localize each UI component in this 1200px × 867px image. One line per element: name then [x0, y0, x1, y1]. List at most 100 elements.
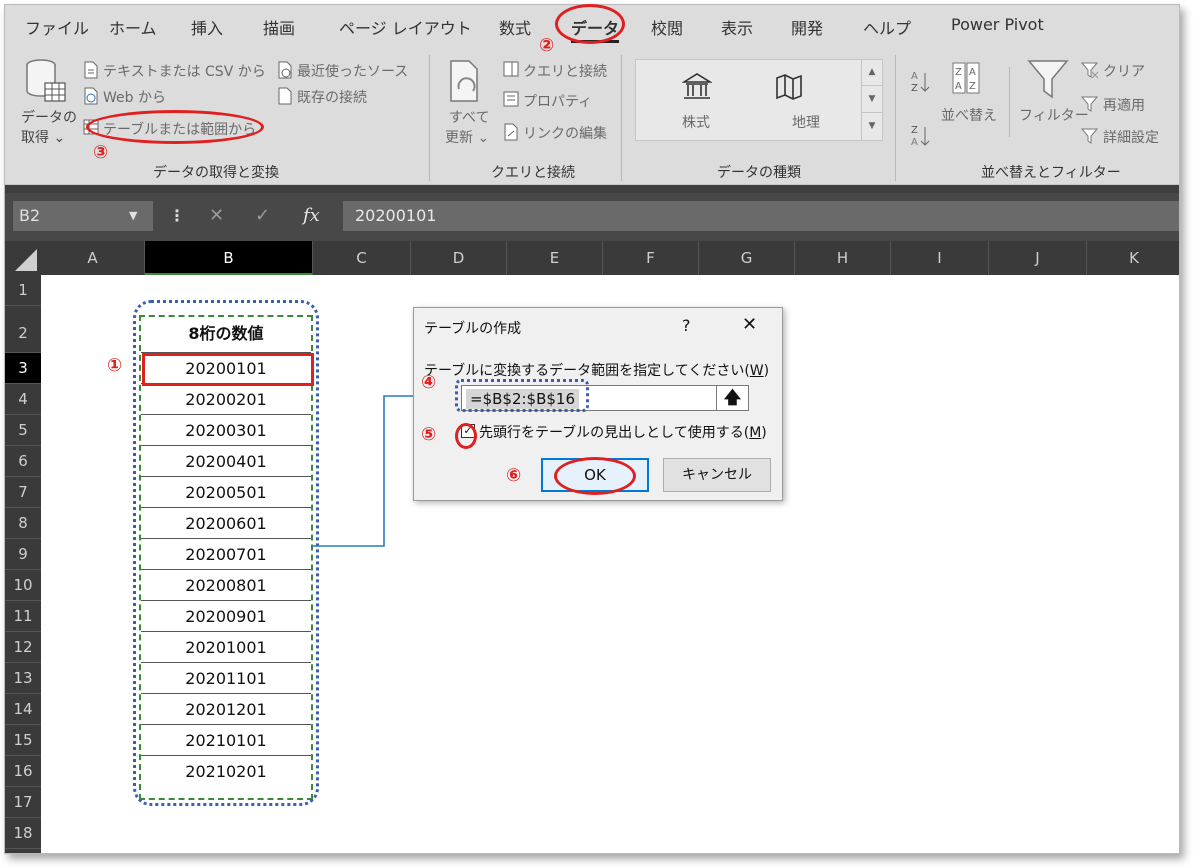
- column-header[interactable]: C: [313, 241, 411, 275]
- row-header[interactable]: 13: [5, 663, 41, 694]
- tab-developer[interactable]: 開発: [791, 15, 823, 39]
- row-header[interactable]: 17: [5, 787, 41, 818]
- annotation-number: ①: [107, 355, 123, 376]
- queries-connections-button[interactable]: クエリと接続: [523, 61, 607, 81]
- row-header[interactable]: 11: [5, 601, 41, 632]
- row-header[interactable]: 8: [5, 508, 41, 539]
- stocks-button[interactable]: 株式: [682, 112, 710, 132]
- group-separator: [895, 55, 896, 181]
- tab-formulas[interactable]: 数式: [499, 15, 531, 39]
- column-header[interactable]: A: [41, 241, 145, 275]
- select-all-corner[interactable]: [5, 241, 41, 275]
- annotation-number: ③: [93, 142, 109, 163]
- filter-button[interactable]: フィルター: [1019, 105, 1089, 125]
- tab-power-pivot[interactable]: Power Pivot: [951, 15, 1044, 34]
- annotation-number: ⑤: [421, 424, 437, 445]
- refresh-all-button-line1[interactable]: すべて: [449, 107, 489, 127]
- properties-button[interactable]: プロパティ: [523, 91, 592, 111]
- reapply-button[interactable]: 再適用: [1103, 95, 1145, 115]
- row-header[interactable]: 2: [5, 306, 41, 353]
- row-header[interactable]: 15: [5, 725, 41, 756]
- get-data-button-line2[interactable]: 取得 ⌄: [21, 127, 65, 147]
- column-header[interactable]: J: [989, 241, 1087, 275]
- row-header[interactable]: 7: [5, 477, 41, 508]
- annotation-number: ④: [421, 372, 437, 393]
- recent-sources-icon: [278, 61, 292, 79]
- annotation-number: ②: [539, 35, 555, 56]
- data-types-scroll[interactable]: ▲ ▼ ▼: [861, 59, 882, 141]
- column-header[interactable]: K: [1087, 241, 1179, 275]
- group-label-sort-filter: 並べ替えとフィルター: [981, 165, 1121, 181]
- row-header[interactable]: 10: [5, 570, 41, 601]
- group-separator: [621, 55, 622, 181]
- refresh-all-icon: [450, 60, 478, 102]
- column-header[interactable]: D: [411, 241, 507, 275]
- scroll-down-icon[interactable]: ▼: [862, 86, 882, 113]
- header-row-checkbox-label[interactable]: 先頭行をテーブルの見出しとして使用する(M): [479, 422, 767, 442]
- help-icon[interactable]: ?: [682, 316, 691, 335]
- column-header[interactable]: G: [699, 241, 795, 275]
- tab-draw[interactable]: 描画: [263, 15, 295, 39]
- row-header[interactable]: 3: [5, 353, 41, 384]
- reapply-icon: [1081, 96, 1099, 112]
- row-header[interactable]: 9: [5, 539, 41, 570]
- sort-az-icon[interactable]: AZ ZA: [909, 67, 933, 157]
- svg-text:Z: Z: [955, 67, 962, 78]
- column-header[interactable]: I: [891, 241, 989, 275]
- row-header[interactable]: 4: [5, 384, 41, 415]
- tab-help[interactable]: ヘルプ: [863, 15, 911, 39]
- name-box-dropdown-icon[interactable]: ▼: [129, 201, 137, 231]
- existing-connections-button[interactable]: 既存の接続: [297, 87, 367, 107]
- dialog-title: テーブルの作成: [424, 321, 522, 337]
- row-header[interactable]: 1: [5, 275, 41, 306]
- row-header[interactable]: 14: [5, 694, 41, 725]
- tab-review[interactable]: 校閲: [651, 15, 683, 39]
- database-icon: [26, 59, 66, 102]
- formula-bar: B2 ▼ ⋮ ✕ ✓ fx 20200101: [5, 193, 1179, 241]
- formula-bar-more-icon[interactable]: ⋮: [169, 201, 185, 231]
- row-header[interactable]: 5: [5, 415, 41, 446]
- tab-file[interactable]: ファイル: [25, 15, 89, 39]
- edit-links-button[interactable]: リンクの編集: [523, 123, 607, 143]
- range-input-highlight-annotation: [455, 379, 589, 412]
- from-text-csv-button[interactable]: テキストまたは CSV から: [103, 61, 266, 81]
- gallery-expand-icon[interactable]: ▼: [862, 113, 882, 140]
- cancel-edit-icon[interactable]: ✕: [209, 201, 224, 231]
- annotation-ellipse-table-range: [86, 110, 264, 144]
- range-prompt-label: テーブルに変換するデータ範囲を指定してください(W): [424, 360, 769, 380]
- from-web-button[interactable]: Web から: [103, 87, 166, 107]
- column-header[interactable]: B: [145, 241, 313, 275]
- stocks-bank-icon: [682, 73, 712, 99]
- get-data-button-line1[interactable]: データの: [21, 107, 77, 127]
- close-icon[interactable]: ✕: [742, 314, 757, 335]
- tab-insert[interactable]: 挿入: [191, 15, 223, 39]
- svg-text:Z: Z: [911, 83, 918, 94]
- formula-input[interactable]: 20200101: [343, 201, 1179, 231]
- geography-button[interactable]: 地理: [792, 112, 820, 132]
- web-icon: [84, 87, 98, 105]
- tab-page-layout[interactable]: ページ レイアウト: [339, 15, 472, 39]
- row-header[interactable]: 18: [5, 818, 41, 849]
- scroll-up-icon[interactable]: ▲: [862, 59, 882, 86]
- clear-button[interactable]: クリア: [1103, 61, 1145, 81]
- tab-view[interactable]: 表示: [721, 15, 753, 39]
- column-header[interactable]: H: [795, 241, 891, 275]
- cancel-button[interactable]: キャンセル: [663, 458, 771, 492]
- tab-home[interactable]: ホーム: [109, 15, 157, 39]
- recent-sources-button[interactable]: 最近使ったソース: [297, 61, 408, 81]
- row-headers: 1 2 3 4 5 6 7 8 9 10 11 12 13 14 15 16 1…: [5, 275, 41, 853]
- insert-function-icon[interactable]: fx: [303, 201, 320, 231]
- properties-icon: [503, 91, 519, 107]
- column-header[interactable]: F: [603, 241, 699, 275]
- row-header[interactable]: 12: [5, 632, 41, 663]
- column-header[interactable]: E: [507, 241, 603, 275]
- data-types-gallery: 株式 地理: [635, 59, 883, 141]
- sort-button[interactable]: 並べ替え: [941, 105, 997, 125]
- refresh-all-button-line2[interactable]: 更新 ⌄: [445, 127, 489, 147]
- svg-text:A: A: [911, 137, 918, 148]
- advanced-button[interactable]: 詳細設定: [1103, 127, 1159, 147]
- collapse-dialog-arrow-icon[interactable]: 🡅: [716, 385, 748, 411]
- row-header[interactable]: 6: [5, 446, 41, 477]
- row-header[interactable]: 16: [5, 756, 41, 787]
- confirm-edit-icon[interactable]: ✓: [255, 201, 270, 231]
